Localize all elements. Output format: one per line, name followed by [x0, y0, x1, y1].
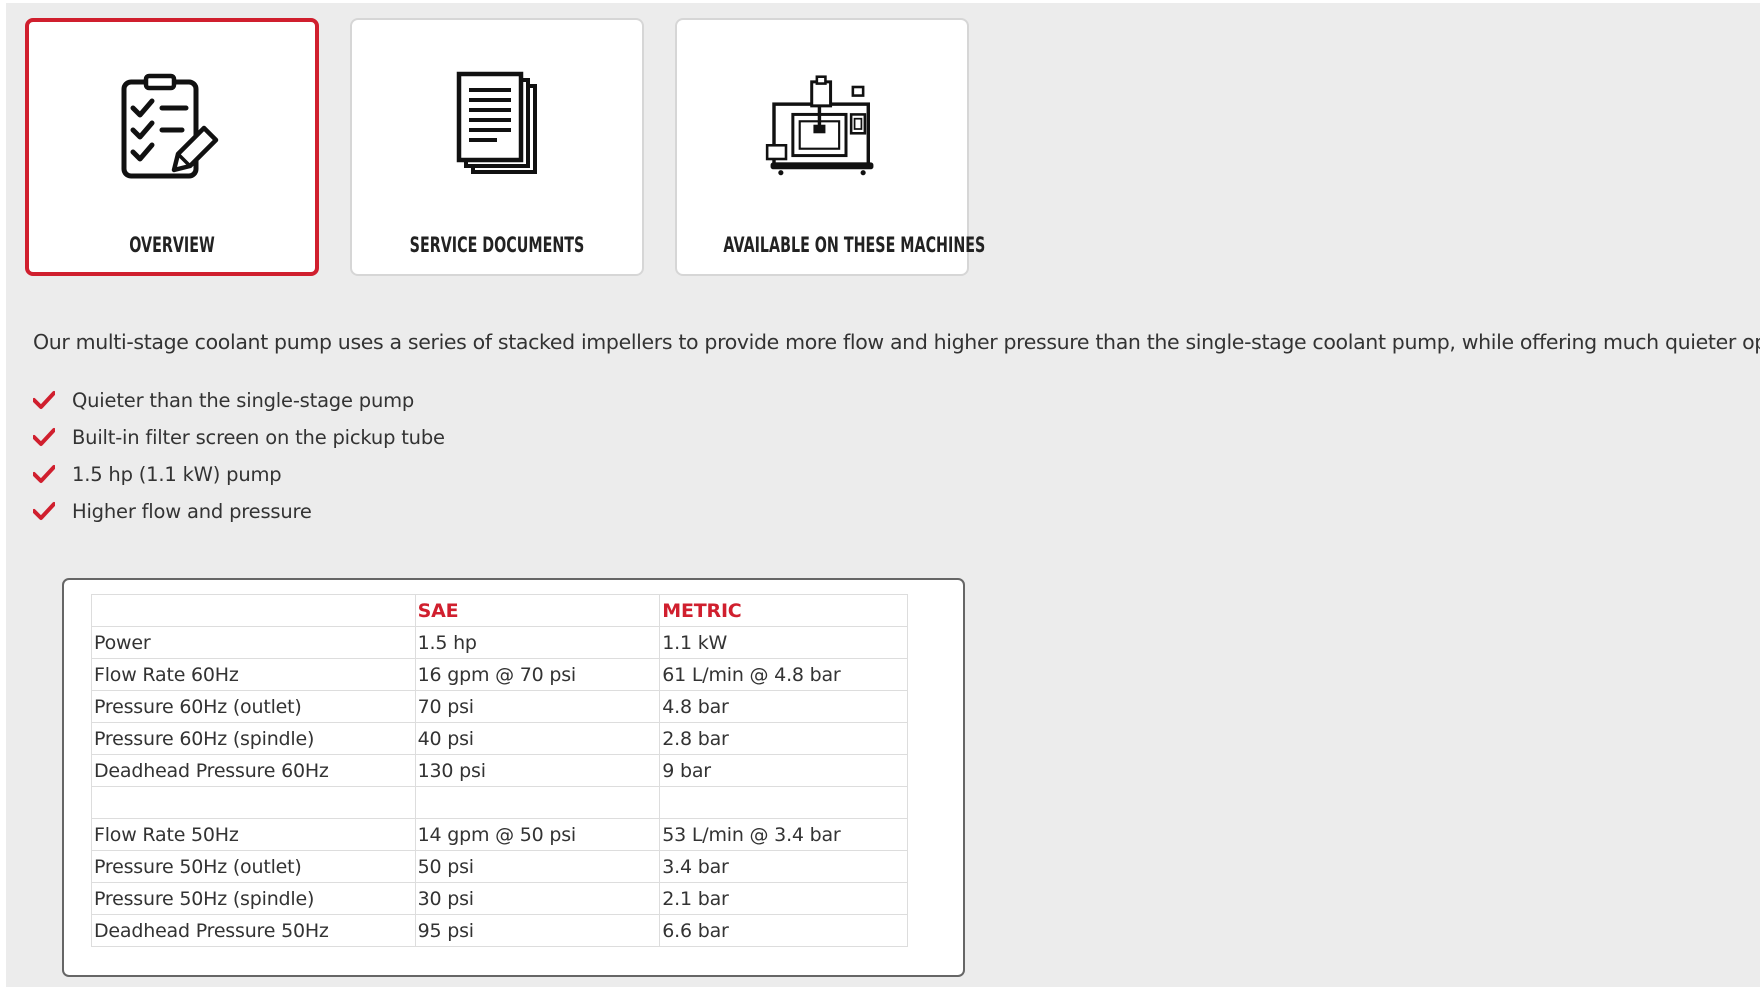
tab-label: SERVICE DOCUMENTS [409, 233, 585, 257]
table-header-sae: SAE [414, 594, 661, 627]
table-row: Deadhead Pressure 50Hz 95 psi 6.6 bar [91, 914, 908, 947]
spec-metric: 61 L/min @ 4.8 bar [659, 658, 908, 691]
spec-label: Deadhead Pressure 60Hz [91, 754, 416, 787]
tab-overview[interactable]: OVERVIEW [25, 18, 319, 276]
spec-label: Pressure 50Hz (outlet) [91, 850, 416, 883]
spec-sae: 130 psi [414, 754, 661, 787]
spec-metric [659, 786, 908, 819]
tab-service-documents[interactable]: SERVICE DOCUMENTS [350, 18, 644, 276]
spec-label: Power [91, 626, 416, 659]
table-row: Deadhead Pressure 60Hz 130 psi 9 bar [91, 754, 908, 787]
table-row-spacer [91, 786, 908, 819]
spec-label: Pressure 60Hz (outlet) [91, 690, 416, 723]
table-header-row: SAE METRIC [91, 594, 908, 627]
feature-text: Built-in filter screen on the pickup tub… [72, 426, 445, 449]
table-header-metric: METRIC [659, 594, 908, 627]
content-panel: OVERVIEW SERVICE DOCUMENTS AVAILABLE ON … [6, 3, 1760, 987]
tab-available-machines[interactable]: AVAILABLE ON THESE MACHINES [675, 18, 986, 276]
spec-sae: 95 psi [414, 914, 661, 947]
spec-metric: 6.6 bar [659, 914, 908, 947]
cnc-machine-icon [762, 64, 882, 194]
feature-text: Quieter than the single-stage pump [72, 389, 415, 412]
table-header-cell [91, 594, 416, 627]
spec-label [91, 786, 416, 819]
checklist-icon [112, 66, 232, 196]
table-row: Pressure 60Hz (outlet) 70 psi 4.8 bar [91, 690, 908, 723]
spec-sae [414, 786, 661, 819]
table-row: Pressure 50Hz (outlet) 50 psi 3.4 bar [91, 850, 908, 883]
spec-label: Deadhead Pressure 50Hz [91, 914, 416, 947]
list-item: Higher flow and pressure [33, 497, 445, 534]
spec-sae: 50 psi [414, 850, 661, 883]
spec-sae: 16 gpm @ 70 psi [414, 658, 661, 691]
checkmark-icon [33, 502, 55, 520]
spec-sae: 1.5 hp [414, 626, 661, 659]
list-item: Built-in filter screen on the pickup tub… [33, 423, 445, 460]
table-row: Flow Rate 60Hz 16 gpm @ 70 psi 61 L/min @ … [91, 658, 908, 691]
list-item: 1.5 hp (1.1 kW) pump [33, 460, 445, 497]
table-row: Pressure 60Hz (spindle) 40 psi 2.8 bar [91, 722, 908, 755]
documents-icon [437, 64, 557, 194]
feature-text: 1.5 hp (1.1 kW) pump [72, 463, 282, 486]
spec-table: SAE METRIC Power 1.5 hp 1.1 kW Flow Rate 6… [91, 594, 908, 947]
spec-metric: 53 L/min @ 3.4 bar [659, 818, 908, 851]
tab-label: AVAILABLE ON THESE MACHINES [723, 233, 986, 257]
spec-label: Flow Rate 60Hz [91, 658, 416, 691]
spec-sae: 40 psi [414, 722, 661, 755]
checkmark-icon [33, 465, 55, 483]
spec-metric: 1.1 kW [659, 626, 908, 659]
table-row: Power 1.5 hp 1.1 kW [91, 626, 908, 659]
list-item: Quieter than the single-stage pump [33, 386, 445, 423]
tab-label: OVERVIEW [129, 233, 215, 257]
spec-label: Pressure 60Hz (spindle) [91, 722, 416, 755]
spec-label: Pressure 50Hz (spindle) [91, 882, 416, 915]
feature-text: Higher flow and pressure [72, 500, 312, 523]
overview-intro: Our multi-stage coolant pump uses a seri… [33, 330, 1760, 354]
table-row: Pressure 50Hz (spindle) 30 psi 2.1 bar [91, 882, 908, 915]
spec-metric: 4.8 bar [659, 690, 908, 723]
spec-table-card: SAE METRIC Power 1.5 hp 1.1 kW Flow Rate 6… [62, 578, 965, 977]
checkmark-icon [33, 391, 55, 409]
spec-sae: 14 gpm @ 50 psi [414, 818, 661, 851]
spec-metric: 9 bar [659, 754, 908, 787]
table-row: Flow Rate 50Hz 14 gpm @ 50 psi 53 L/min @ … [91, 818, 908, 851]
spec-metric: 2.1 bar [659, 882, 908, 915]
feature-list: Quieter than the single-stage pump Built… [33, 386, 445, 534]
spec-sae: 30 psi [414, 882, 661, 915]
spec-sae: 70 psi [414, 690, 661, 723]
spec-label: Flow Rate 50Hz [91, 818, 416, 851]
spec-metric: 2.8 bar [659, 722, 908, 755]
spec-metric: 3.4 bar [659, 850, 908, 883]
checkmark-icon [33, 428, 55, 446]
